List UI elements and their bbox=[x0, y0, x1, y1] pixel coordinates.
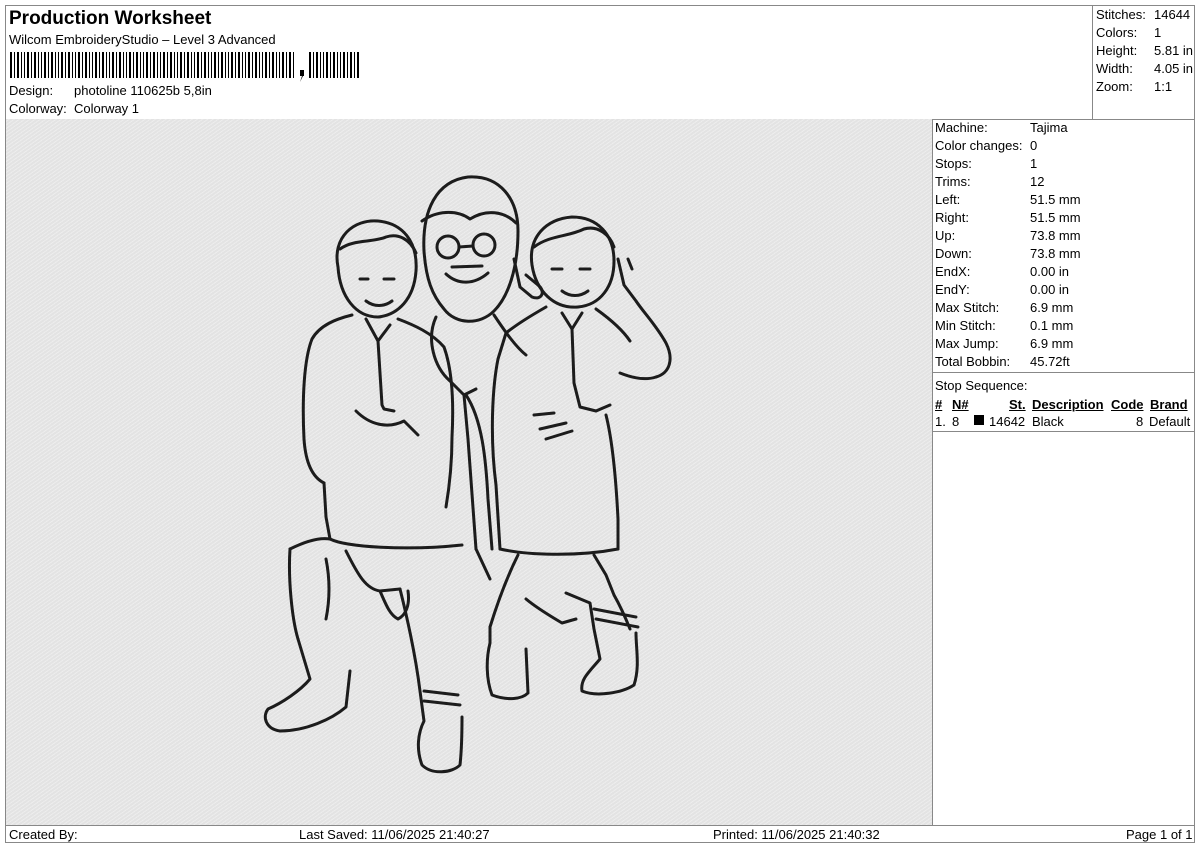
stop-table-bottom-rule bbox=[932, 431, 1195, 432]
stat-machine: Machine: Tajima bbox=[935, 120, 1068, 135]
stop-sequence-title: Stop Sequence: bbox=[935, 378, 1028, 393]
stat-up: Up: 73.8 mm bbox=[935, 228, 1081, 243]
row-stitches: 14642 bbox=[989, 414, 1026, 429]
row-needle: 8 bbox=[952, 414, 960, 429]
stat-total-bobbin: Total Bobbin: 45.72ft bbox=[935, 354, 1070, 369]
design-summary-stats: Stitches: 14644 Colors: 1 Height: 5.81 in W… bbox=[1092, 6, 1196, 119]
col-header-num: # bbox=[935, 397, 943, 412]
stop-sequence-divider bbox=[932, 372, 1195, 373]
page-number: Page 1 of 1 bbox=[1126, 827, 1193, 842]
software-subtitle: Wilcom EmbroideryStudio – Level 3 Advanc… bbox=[9, 32, 276, 47]
col-header-description: Description bbox=[1032, 397, 1104, 412]
design-row: Design: photoline 110625b 5,8in bbox=[9, 83, 212, 98]
col-header-needle: N# bbox=[952, 397, 969, 412]
stat-trims: Trims: 12 bbox=[935, 174, 1045, 189]
colorway-label: Colorway: bbox=[9, 101, 67, 116]
stat-stops: Stops: 1 bbox=[935, 156, 1038, 171]
stat-left: Left: 51.5 mm bbox=[935, 192, 1081, 207]
stat-color-changes: Color changes: 0 bbox=[935, 138, 1038, 153]
stat-zoom: Zoom: 1:1 bbox=[1096, 79, 1173, 94]
row-code: 8 bbox=[1136, 414, 1144, 429]
created-by: Created By: bbox=[9, 827, 78, 842]
stat-colors: Colors: 1 bbox=[1096, 25, 1162, 40]
worksheet-footer: Created By: Last Saved: 11/06/2025 21:40… bbox=[6, 825, 1195, 843]
stat-endx: EndX: 0.00 in bbox=[935, 264, 1070, 279]
col-header-brand: Brand bbox=[1150, 397, 1188, 412]
thread-color-swatch bbox=[974, 415, 984, 425]
colorway-value: Colorway 1 bbox=[74, 101, 140, 116]
colorway-row: Colorway: Colorway 1 bbox=[9, 101, 139, 116]
printed-date: Printed: 11/06/2025 21:40:32 bbox=[713, 827, 880, 842]
row-num: 1. bbox=[935, 414, 946, 429]
col-header-stitches: St. bbox=[1009, 397, 1026, 412]
machine-info-panel: Machine: Tajima Color changes: 0 Stops: 1 T… bbox=[932, 119, 1195, 825]
stat-stitches: Stitches: 14644 bbox=[1096, 7, 1191, 22]
design-value: photoline 110625b 5,8in bbox=[74, 83, 212, 98]
last-saved: Last Saved: 11/06/2025 21:40:27 bbox=[299, 827, 490, 842]
stat-width: Width: 4.05 in bbox=[1096, 61, 1194, 76]
stat-max-jump: Max Jump: 6.9 mm bbox=[935, 336, 1074, 351]
stat-min-stitch: Min Stitch: 0.1 mm bbox=[935, 318, 1074, 333]
worksheet-header: Production Worksheet Wilcom EmbroiderySt… bbox=[6, 6, 1092, 119]
worksheet-frame: Production Worksheet Wilcom EmbroiderySt… bbox=[5, 5, 1195, 843]
row-description: Black bbox=[1032, 414, 1064, 429]
embroidery-design-preview bbox=[263, 175, 672, 774]
stat-right: Right: 51.5 mm bbox=[935, 210, 1081, 225]
design-preview-canvas bbox=[6, 119, 932, 825]
page-title: Production Worksheet bbox=[9, 8, 212, 29]
stat-height: Height: 5.81 in bbox=[1096, 43, 1194, 58]
design-label: Design: bbox=[9, 83, 54, 98]
row-brand: Default bbox=[1149, 414, 1191, 429]
stat-down: Down: 73.8 mm bbox=[935, 246, 1081, 261]
stat-max-stitch: Max Stitch: 6.9 mm bbox=[935, 300, 1074, 315]
stat-endy: EndY: 0.00 in bbox=[935, 282, 1070, 297]
col-header-code: Code bbox=[1111, 397, 1144, 412]
barcode bbox=[10, 52, 359, 82]
